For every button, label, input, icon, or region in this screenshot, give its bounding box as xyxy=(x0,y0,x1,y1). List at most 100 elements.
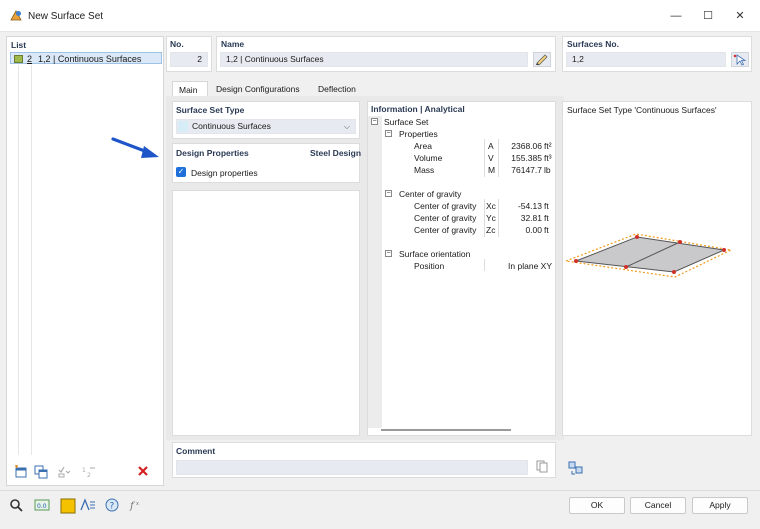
ok-button[interactable]: OK xyxy=(569,497,625,514)
apply-button[interactable]: Apply xyxy=(692,497,748,514)
surfaces-field[interactable]: 1,2 xyxy=(566,52,726,67)
row-unit: ft xyxy=(544,201,549,211)
help-icon[interactable]: ? xyxy=(104,498,120,514)
surface-set-type-select[interactable]: Continuous Surfaces ⌵ xyxy=(176,119,356,134)
row-value: 2368.06 xyxy=(511,141,542,151)
row-value: 32.81 xyxy=(520,213,542,223)
svg-text:1: 1 xyxy=(82,467,86,474)
chevron-down-icon: ⌵ xyxy=(343,122,350,131)
tree-group-label: Surface orientation xyxy=(399,249,471,259)
number-label: No. xyxy=(170,39,184,49)
list-column-divider xyxy=(31,65,32,455)
design-properties-checkbox[interactable]: ✓ xyxy=(176,167,186,177)
list-panel: List 2 1,2 | Continuous Surfaces 12 xyxy=(6,36,164,486)
table-row: Position xyxy=(414,261,445,271)
design-properties-label: Design Properties xyxy=(176,148,249,158)
surface-set-type-label: Surface Set Type xyxy=(176,105,245,115)
horizontal-scrollbar[interactable] xyxy=(381,429,511,431)
info-label: Information | Analytical xyxy=(371,104,465,114)
empty-panel xyxy=(172,190,360,436)
row-value: 0.00 xyxy=(525,225,542,235)
row-symbol: Yc xyxy=(486,213,496,223)
column-divider xyxy=(498,199,499,237)
row-unit: ft² xyxy=(544,141,552,151)
preview-label: Surface Set Type 'Continuous Surfaces' xyxy=(567,105,717,115)
table-row: Volume xyxy=(414,153,443,163)
surface-set-type-value: Continuous Surfaces xyxy=(192,121,271,131)
units-icon[interactable]: 0.0 xyxy=(34,498,50,514)
color-swatch xyxy=(14,55,23,63)
svg-text:0.0: 0.0 xyxy=(37,503,47,510)
collapse-icon[interactable]: − xyxy=(385,250,392,257)
row-unit: ft³ xyxy=(544,153,552,163)
cancel-button[interactable]: Cancel xyxy=(630,497,686,514)
column-divider xyxy=(484,139,485,177)
check-list-icon[interactable] xyxy=(57,465,73,481)
number-field[interactable]: 2 xyxy=(170,52,208,67)
row-value: 155.385 xyxy=(511,153,542,163)
row-unit: ft xyxy=(544,213,549,223)
list-column-divider xyxy=(18,65,19,455)
minimize-button[interactable]: — xyxy=(662,6,690,26)
steel-design-label: Steel Design xyxy=(310,148,362,158)
app-icon xyxy=(10,10,22,21)
svg-text:?: ? xyxy=(110,502,115,512)
surface-preview-drawing xyxy=(563,233,733,278)
row-symbol: A xyxy=(488,141,494,151)
comment-field[interactable] xyxy=(176,460,528,475)
svg-text:f: f xyxy=(129,501,136,512)
svg-text:2: 2 xyxy=(87,472,91,479)
new-item-icon[interactable] xyxy=(13,465,29,481)
copy-item-icon[interactable] xyxy=(33,465,49,481)
row-symbol: Xc xyxy=(486,201,496,211)
type-color-icon xyxy=(178,121,188,133)
name-label: Name xyxy=(221,39,245,49)
name-field[interactable]: 1,2 | Continuous Surfaces xyxy=(220,52,528,67)
design-properties-checkbox-label[interactable]: Design properties xyxy=(191,168,258,178)
row-symbol: Zc xyxy=(486,225,496,235)
surfaces-label: Surfaces No. xyxy=(567,39,619,49)
close-button[interactable]: ✕ xyxy=(726,6,754,26)
tree-root-label: Surface Set xyxy=(384,117,429,127)
row-value: 76147.7 xyxy=(511,165,542,175)
row-value: -54.13 xyxy=(517,201,542,211)
column-divider xyxy=(484,199,485,237)
list-label: List xyxy=(11,40,27,50)
collapse-icon[interactable]: − xyxy=(385,190,392,197)
arrow-annotation-icon xyxy=(111,137,159,158)
tree-group-label: Properties xyxy=(399,129,438,139)
color-icon[interactable] xyxy=(60,498,76,514)
collapse-icon[interactable]: − xyxy=(371,118,378,125)
title-bar: New Surface Set — ☐ ✕ xyxy=(0,0,760,32)
row-value: In plane XY xyxy=(508,261,552,271)
comment-label: Comment xyxy=(176,446,216,456)
pick-surfaces-icon[interactable] xyxy=(731,52,749,67)
window-title: New Surface Set xyxy=(28,11,104,22)
table-row: Center of gravity xyxy=(414,225,477,235)
comment-library-icon[interactable] xyxy=(533,460,551,475)
formula-icon[interactable]: fx xyxy=(128,498,144,514)
maximize-button[interactable]: ☐ xyxy=(694,6,722,26)
preview-options-icon[interactable] xyxy=(568,460,584,476)
row-unit: ft xyxy=(544,225,549,235)
svg-text:x: x xyxy=(136,501,139,507)
table-row: Center of gravity xyxy=(414,213,477,223)
bottom-separator xyxy=(0,490,760,491)
table-row: Area xyxy=(414,141,432,151)
display-properties-icon[interactable] xyxy=(80,498,96,514)
delete-icon[interactable] xyxy=(135,465,151,481)
table-row: Center of gravity xyxy=(414,201,477,211)
collapse-icon[interactable]: − xyxy=(385,130,392,137)
numbering-icon[interactable]: 12 xyxy=(81,465,97,481)
edit-name-icon[interactable] xyxy=(533,52,551,67)
row-symbol: M xyxy=(488,165,496,175)
tree-gutter xyxy=(368,116,382,428)
table-row: Mass xyxy=(414,165,435,175)
column-divider xyxy=(498,139,499,177)
list-item-number: 2 xyxy=(27,54,33,64)
row-symbol: V xyxy=(488,153,494,163)
row-unit: lb xyxy=(544,165,551,175)
list-item-text: 1,2 | Continuous Surfaces xyxy=(38,54,142,64)
list-item[interactable]: 2 1,2 | Continuous Surfaces xyxy=(10,52,162,64)
search-icon[interactable] xyxy=(8,498,24,514)
